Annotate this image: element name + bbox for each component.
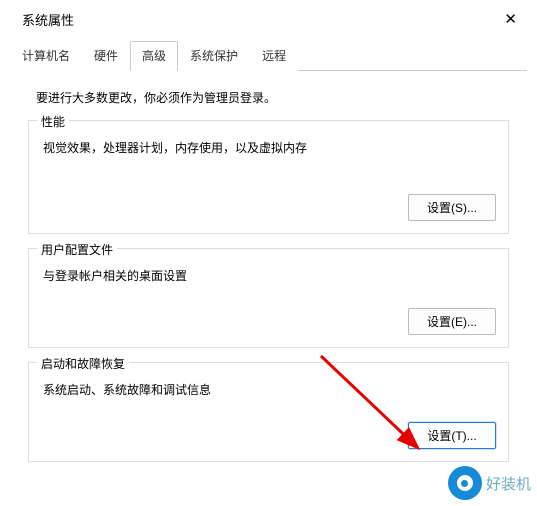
group-performance: 性能 视觉效果，处理器计划，内存使用，以及虚拟内存 设置(S)... bbox=[28, 120, 509, 234]
group-startup-desc: 系统启动、系统故障和调试信息 bbox=[43, 381, 494, 398]
group-performance-desc: 视觉效果，处理器计划，内存使用，以及虚拟内存 bbox=[43, 139, 494, 156]
close-icon[interactable]: ✕ bbox=[498, 8, 523, 30]
tab-advanced[interactable]: 高级 bbox=[130, 41, 178, 71]
user-profiles-settings-button[interactable]: 设置(E)... bbox=[408, 308, 496, 335]
window-title: 系统属性 bbox=[22, 10, 74, 29]
performance-settings-button[interactable]: 设置(S)... bbox=[408, 194, 496, 221]
tab-strip: 计算机名 硬件 高级 系统保护 远程 bbox=[10, 40, 527, 71]
group-startup-recovery: 启动和故障恢复 系统启动、系统故障和调试信息 设置(T)... bbox=[28, 362, 509, 462]
group-user-profiles-title: 用户配置文件 bbox=[37, 241, 117, 258]
group-user-profiles: 用户配置文件 与登录帐户相关的桌面设置 设置(E)... bbox=[28, 248, 509, 348]
tab-computer-name[interactable]: 计算机名 bbox=[10, 41, 82, 71]
group-user-profiles-desc: 与登录帐户相关的桌面设置 bbox=[43, 267, 494, 284]
tab-hardware[interactable]: 硬件 bbox=[82, 41, 130, 71]
startup-settings-button[interactable]: 设置(T)... bbox=[408, 422, 496, 449]
watermark: 好装机 bbox=[448, 466, 531, 500]
group-performance-title: 性能 bbox=[37, 113, 69, 130]
admin-note: 要进行大多数更改，你必须作为管理员登录。 bbox=[36, 89, 501, 106]
group-startup-title: 启动和故障恢复 bbox=[37, 355, 129, 372]
watermark-text: 好装机 bbox=[486, 473, 531, 494]
tab-system-protection[interactable]: 系统保护 bbox=[178, 41, 250, 71]
tab-remote[interactable]: 远程 bbox=[250, 41, 298, 71]
watermark-logo-icon bbox=[448, 466, 482, 500]
